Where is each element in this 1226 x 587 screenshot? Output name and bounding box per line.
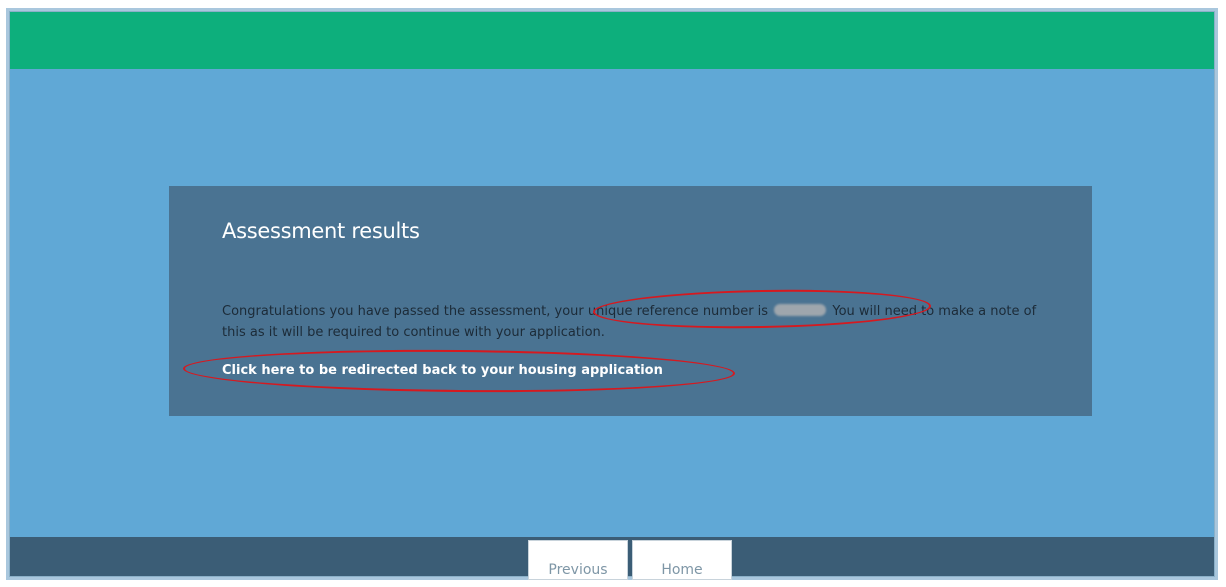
previous-button[interactable]: Previous	[528, 540, 628, 580]
app-frame: Assessment results Congratulations you h…	[6, 8, 1218, 580]
redacted-reference-number	[774, 304, 827, 316]
header-bar	[9, 11, 1215, 69]
housing-application-link[interactable]: Click here to be redirected back to your…	[222, 363, 663, 378]
home-button[interactable]: Home	[632, 540, 732, 580]
results-message: Congratulations you have passed the asse…	[222, 301, 1042, 343]
page-title: Assessment results	[222, 219, 420, 243]
results-message-part1: Congratulations you have passed the asse…	[222, 304, 769, 319]
assessment-results-panel: Assessment results Congratulations you h…	[169, 186, 1092, 416]
